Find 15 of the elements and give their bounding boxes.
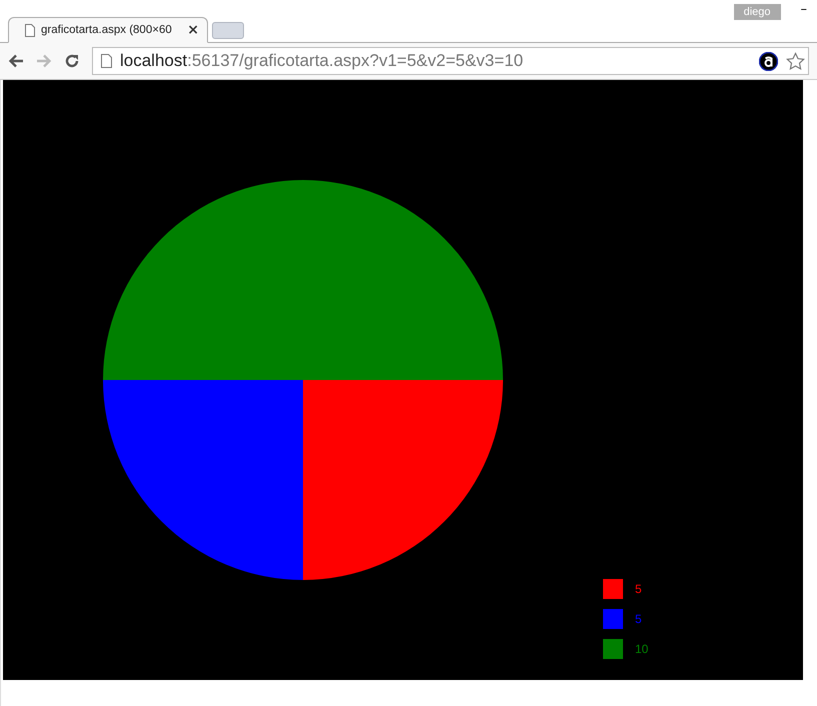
page-icon (25, 24, 35, 36)
legend-label: 5 (635, 612, 642, 626)
close-icon[interactable]: × (187, 22, 199, 38)
url-text: localhost:56137/graficotarta.aspx?v1=5&v2=5&v3=10 (120, 51, 524, 71)
star-icon[interactable] (786, 52, 805, 70)
legend-label: 10 (635, 642, 648, 656)
minimize-button[interactable]: – (800, 2, 807, 17)
legend-label: 5 (635, 582, 642, 596)
reload-icon[interactable] (64, 53, 80, 69)
back-icon[interactable] (8, 54, 24, 68)
address-bar[interactable]: localhost:56137/graficotarta.aspx?v1=5&v2=5&v3=10 (92, 47, 809, 75)
extension-icon[interactable] (759, 52, 778, 70)
page-icon (101, 54, 112, 68)
tab-title: graficotarta.aspx (800×60 (41, 24, 173, 36)
browser-tab[interactable]: graficotarta.aspx (800×60 × (8, 17, 208, 43)
